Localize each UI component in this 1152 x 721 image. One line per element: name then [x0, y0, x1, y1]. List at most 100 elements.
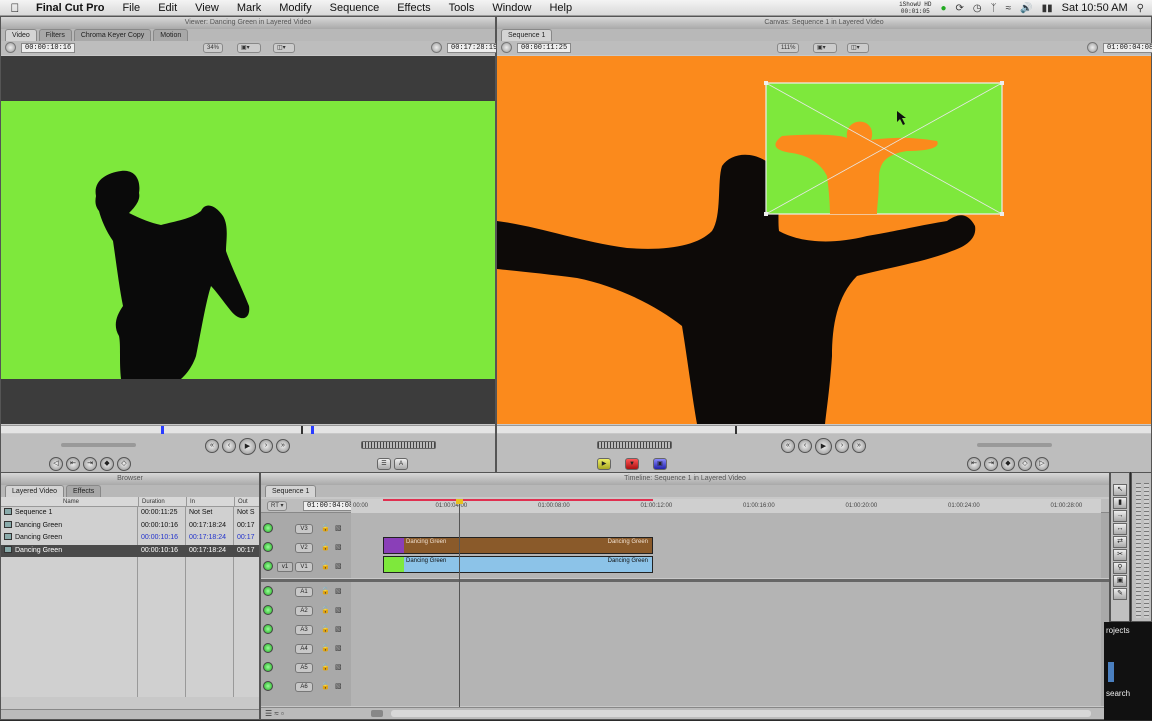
track-audible-toggle[interactable] — [263, 662, 273, 672]
add-marker-button[interactable]: ◆ — [100, 457, 114, 471]
play-around-button[interactable]: › — [259, 439, 273, 453]
viewer-in-point[interactable] — [161, 426, 164, 434]
lock-icon[interactable]: 🔓 — [321, 644, 330, 652]
lock-icon[interactable]: 🔓 — [321, 682, 330, 690]
viewer-timecode-dial-icon[interactable] — [431, 42, 442, 53]
spotlight-icon[interactable]: ⚲ — [1137, 3, 1144, 14]
track-name[interactable]: V3 — [295, 524, 313, 534]
browser-row[interactable]: Dancing Green 00:00:10:16 00:17:18:24 00:17 — [1, 520, 259, 533]
track-size-icon[interactable]: ☰ ≈ ▫ — [265, 709, 284, 718]
menu-window[interactable]: Window — [483, 0, 540, 16]
canvas-scrubber[interactable] — [497, 425, 1151, 434]
browser-row[interactable]: Dancing Green 00:00:10:16 00:17:18:24 00:17 — [1, 544, 259, 557]
lock-icon[interactable]: 🔓 — [321, 663, 330, 671]
auto-select-icon[interactable]: ▧ — [335, 543, 342, 551]
tab-video[interactable]: Video — [5, 29, 37, 41]
viewer-duration-field[interactable]: 00:00:10:16 — [21, 43, 76, 53]
clock[interactable]: Sat 10:50 AM — [1062, 2, 1128, 14]
insert-edit-button[interactable]: ▶ — [597, 458, 611, 470]
razor-tool-icon[interactable]: ✂ — [1113, 549, 1127, 561]
timeline-ruler[interactable]: 00:00 01:00:04:00 01:00:08:00 01:00:12:00 01… — [351, 499, 1101, 513]
app-menu[interactable]: Final Cut Pro — [30, 2, 113, 14]
menu-sequence[interactable]: Sequence — [321, 0, 389, 16]
track-audible-toggle[interactable] — [263, 624, 273, 634]
canvas-duration-field[interactable]: 00:00:11:25 — [517, 43, 572, 53]
auto-select-icon[interactable]: ▧ — [335, 524, 342, 532]
track-name[interactable]: A1 — [295, 587, 313, 597]
track-visibility-toggle[interactable] — [263, 523, 273, 533]
slip-tool-icon[interactable]: ⇄ — [1113, 536, 1127, 548]
viewer-view-popup[interactable]: ▣▾ — [237, 43, 261, 53]
track-name[interactable]: A2 — [295, 606, 313, 616]
canvas-next-edit-button[interactable]: » — [852, 439, 866, 453]
canvas-view-popup[interactable]: ▣▾ — [813, 43, 837, 53]
lock-icon[interactable]: 🔓 — [321, 587, 330, 595]
col-name[interactable]: Name — [1, 497, 138, 506]
timeline-scrollbar[interactable] — [391, 710, 1091, 717]
audio-track-lanes[interactable] — [351, 582, 1101, 706]
track-name[interactable]: A4 — [295, 644, 313, 654]
menu-tools[interactable]: Tools — [440, 0, 484, 16]
canvas-match-frame-button[interactable]: ▷ — [1035, 457, 1049, 471]
bluetooth-icon[interactable]: ᛉ — [991, 3, 997, 14]
track-name[interactable]: A6 — [295, 682, 313, 692]
timeline-playhead[interactable] — [459, 503, 460, 708]
dock-icon[interactable] — [1108, 662, 1114, 682]
pen-tool-icon[interactable]: ✎ — [1113, 588, 1127, 600]
zoom-slider[interactable] — [371, 710, 383, 717]
track-audible-toggle[interactable] — [263, 681, 273, 691]
dock-projects-label[interactable]: rojects — [1106, 626, 1130, 635]
canvas-video-area[interactable] — [497, 56, 1151, 424]
clip-v1[interactable]: Dancing Green Dancing Green — [383, 556, 653, 573]
tab-chroma-keyer[interactable]: Chroma Keyer Copy — [73, 29, 152, 41]
recent-clips-button[interactable]: ☰ — [377, 458, 391, 470]
browser-row[interactable]: Dancing Green 00:00:10:16 00:17:18:24 00:17 — [1, 532, 259, 545]
tab-sequence-1[interactable]: Sequence 1 — [501, 29, 553, 41]
menu-file[interactable]: File — [113, 0, 149, 16]
apple-menu-icon[interactable]:  — [0, 1, 30, 15]
viewer-timecode-field[interactable]: 00:17:28:19 — [447, 43, 502, 53]
record-indicator-icon[interactable]: ● — [940, 3, 946, 14]
viewer-out-point[interactable] — [311, 426, 314, 434]
tab-layered-video[interactable]: Layered Video — [5, 485, 65, 497]
canvas-marker-button[interactable]: ◆ — [1001, 457, 1015, 471]
selection-tool-icon[interactable]: ↖ — [1113, 484, 1127, 496]
canvas-shuttle-control[interactable] — [977, 443, 1052, 447]
viewer-shuttle-control[interactable] — [61, 443, 136, 447]
canvas-zoom-popup[interactable]: 111% — [777, 43, 800, 53]
play-in-to-out-button[interactable]: ‹ — [222, 439, 236, 453]
playhead-handle[interactable] — [456, 499, 463, 504]
clip-v2[interactable]: Dancing Green Dancing Green — [383, 537, 653, 554]
time-machine-icon[interactable]: ◷ — [973, 3, 982, 14]
menu-mark[interactable]: Mark — [228, 0, 270, 16]
browser-row[interactable]: Sequence 1 00:00:11:25 Not Set Not S — [1, 507, 259, 520]
crop-tool-icon[interactable]: ▣ — [1113, 575, 1127, 587]
track-name[interactable]: A3 — [295, 625, 313, 635]
roll-tool-icon[interactable]: ↔ — [1113, 523, 1127, 535]
lock-icon[interactable]: 🔓 — [321, 562, 330, 570]
viewer-duration-dial-icon[interactable] — [5, 42, 16, 53]
canvas-jog-control[interactable] — [597, 441, 672, 449]
zoom-tool-icon[interactable]: ⚲ — [1113, 562, 1127, 574]
menu-effects[interactable]: Effects — [388, 0, 439, 16]
canvas-keyframe-button[interactable]: ◇ — [1018, 457, 1032, 471]
track-audible-toggle[interactable] — [263, 586, 273, 596]
canvas-timecode-dial-icon[interactable] — [1087, 42, 1098, 53]
track-select-tool-icon[interactable]: → — [1113, 510, 1127, 522]
auto-select-icon[interactable]: ▧ — [335, 663, 342, 671]
canvas-timecode-field[interactable]: 01:00:04:08 — [1103, 43, 1152, 53]
track-audible-toggle[interactable] — [263, 605, 273, 615]
canvas-mark-out-button[interactable]: ⇥ — [984, 457, 998, 471]
auto-select-icon[interactable]: ▧ — [335, 562, 342, 570]
canvas-playhead[interactable] — [735, 426, 737, 434]
viewer-zoom-popup[interactable]: 34% — [203, 43, 224, 53]
canvas-display-popup[interactable]: ◫▾ — [847, 43, 869, 53]
edit-select-tool-icon[interactable]: ▮ — [1113, 497, 1127, 509]
mark-in-button[interactable]: ⇤ — [66, 457, 80, 471]
dock-search-label[interactable]: search — [1106, 689, 1130, 698]
play-button[interactable]: ▶ — [239, 438, 256, 455]
generator-button[interactable]: A — [394, 458, 408, 470]
menu-view[interactable]: View — [186, 0, 228, 16]
menu-help[interactable]: Help — [540, 0, 581, 16]
viewer-video-area[interactable] — [1, 56, 495, 424]
